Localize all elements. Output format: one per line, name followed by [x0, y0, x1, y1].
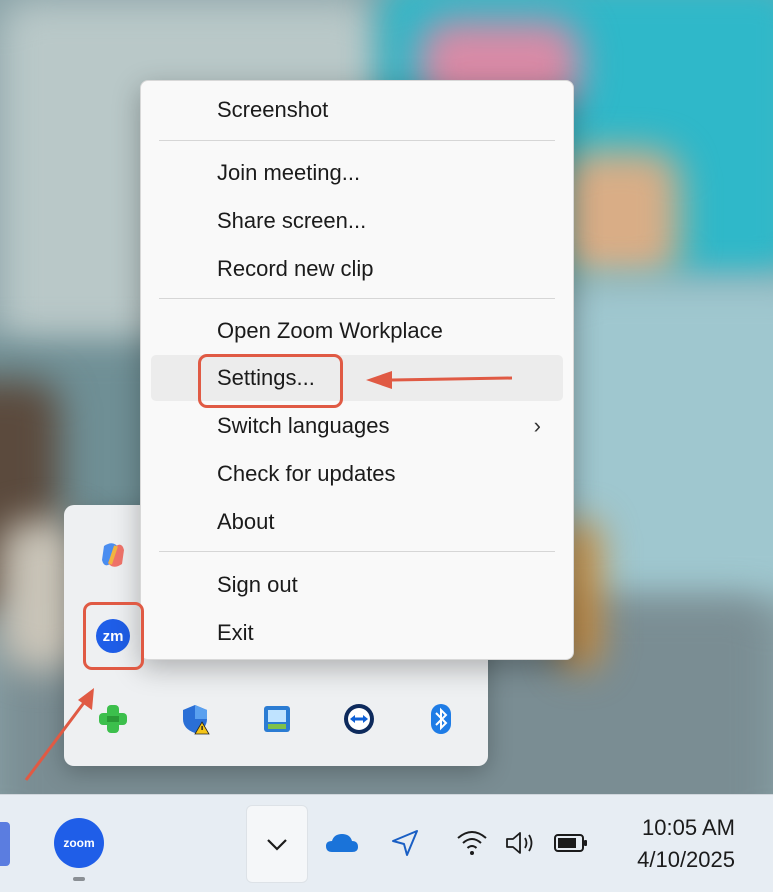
arrow-to-settings	[391, 376, 513, 382]
zoom-taskbar-icon[interactable]: zoom	[54, 818, 104, 868]
show-hidden-icons-button[interactable]	[246, 805, 308, 883]
running-indicator	[73, 877, 85, 881]
taskbar-clock[interactable]: 10:05 AM 4/10/2025	[637, 812, 735, 876]
arrow-to-settings-head	[366, 371, 392, 389]
battery-icon[interactable]	[552, 830, 590, 856]
clock-date: 4/10/2025	[637, 847, 735, 872]
volume-icon[interactable]	[503, 828, 539, 858]
wifi-icon[interactable]	[455, 828, 489, 858]
onedrive-icon[interactable]	[324, 830, 360, 856]
arrow-to-zoom-icon	[24, 699, 88, 781]
taskbar-app-partial-icon[interactable]	[0, 822, 10, 866]
chevron-down-icon	[267, 839, 287, 851]
location-icon[interactable]	[389, 827, 421, 859]
annotation-arrows	[24, 371, 513, 781]
clock-time: 10:05 AM	[642, 815, 735, 840]
